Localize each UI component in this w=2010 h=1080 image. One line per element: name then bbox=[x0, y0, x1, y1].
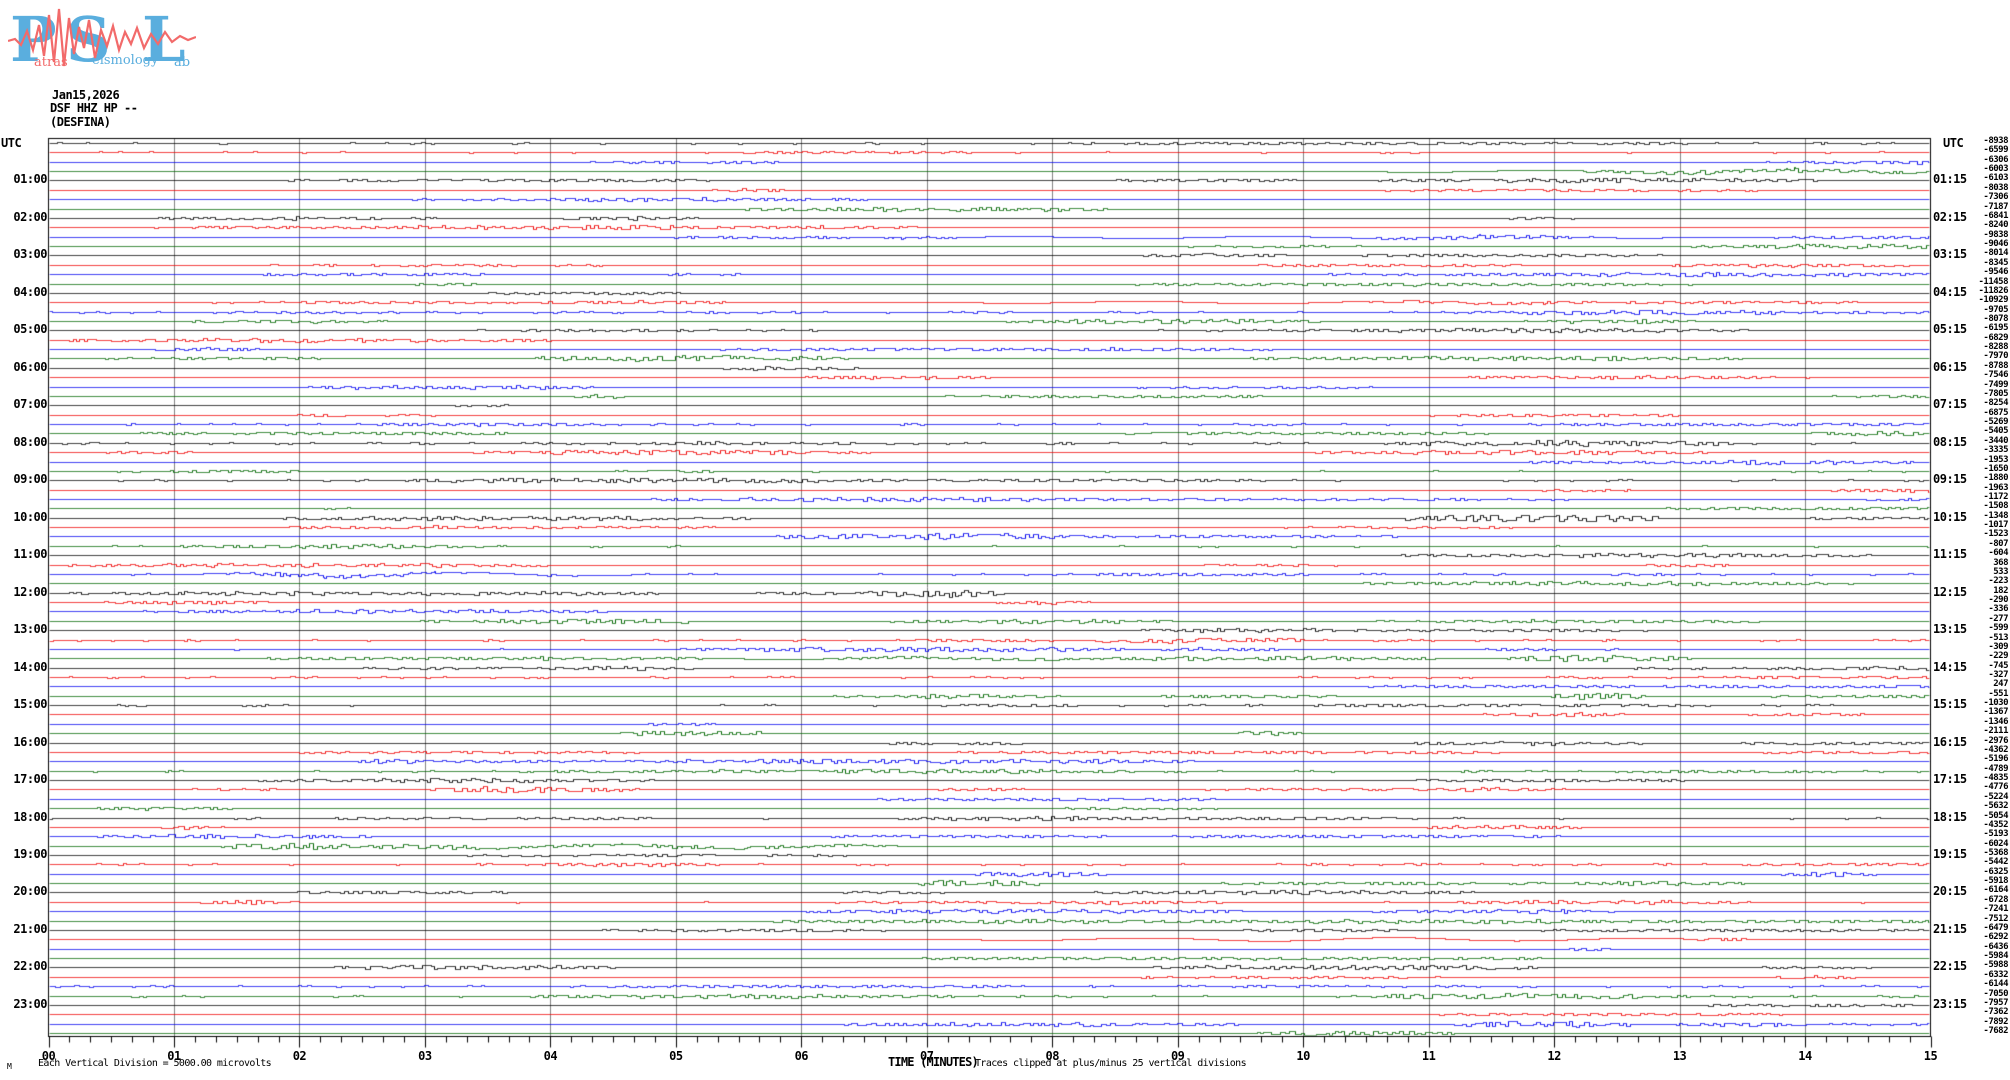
hour-label-left: 10:00 bbox=[13, 509, 47, 524]
psl-logo[interactable]: P atras S eismology L ab bbox=[8, 3, 196, 75]
x-tick-label: 12 bbox=[1547, 1049, 1561, 1063]
clip-note: Traces clipped at plus/minus 25 vertical… bbox=[975, 1058, 1247, 1069]
x-tick-label: 14 bbox=[1798, 1049, 1812, 1063]
trace-offset-value: -7682 bbox=[1983, 1026, 2008, 1036]
utc-label-right: UTC bbox=[1943, 136, 1964, 150]
hour-label-left: 03:00 bbox=[13, 247, 47, 262]
scale-note: Each Vertical Division = 5000.00 microvo… bbox=[38, 1058, 272, 1069]
corner-glyph: M bbox=[7, 1062, 12, 1071]
helicorder-plot-canvas bbox=[0, 0, 2010, 1080]
hour-label-left: 16:00 bbox=[13, 734, 47, 749]
x-axis-title: TIME (MINUTES) bbox=[888, 1055, 979, 1069]
hour-label-left: 07:00 bbox=[13, 397, 47, 412]
trace-offset-value: -10929 bbox=[1978, 295, 2008, 306]
x-tick-label: 02 bbox=[292, 1049, 307, 1063]
trace-offset-value: -7362 bbox=[1983, 1007, 2008, 1018]
hour-label-left: 19:00 bbox=[13, 847, 47, 861]
utc-label-left: UTC bbox=[1, 136, 22, 150]
trace-offset-value: -599 bbox=[1988, 623, 2008, 634]
helicorder-page: P atras S eismology L ab Jan15,2026 DSF … bbox=[0, 0, 2010, 1080]
x-tick-label: 11 bbox=[1421, 1049, 1436, 1063]
trace-offset-value: -9546 bbox=[1983, 267, 2008, 278]
trace-offset-value: -6195 bbox=[1983, 323, 2008, 334]
trace-offset-value: -6599 bbox=[1983, 145, 2008, 156]
hour-label-left: 17:00 bbox=[13, 772, 47, 787]
trace-offset-value: 247 bbox=[1993, 679, 2008, 690]
hour-label-left: 05:00 bbox=[13, 322, 47, 337]
hour-label-left: 02:00 bbox=[13, 209, 47, 224]
trace-offset-value: -5442 bbox=[1983, 857, 2008, 868]
hour-label-left: 23:00 bbox=[13, 996, 47, 1011]
trace-offset-value: -6144 bbox=[1983, 979, 2008, 990]
date-label: Jan15,2026 bbox=[52, 88, 120, 102]
x-tick-label: 04 bbox=[543, 1049, 558, 1063]
hour-label-left: 01:00 bbox=[13, 172, 47, 187]
hour-label-left: 11:00 bbox=[13, 547, 47, 562]
trace-offset-value: -7241 bbox=[1983, 904, 2008, 915]
trace-offset-value: -5193 bbox=[1983, 829, 2008, 840]
x-tick-label: 05 bbox=[669, 1049, 683, 1063]
x-tick-label: 15 bbox=[1923, 1049, 1938, 1063]
logo-word-ab: ab bbox=[174, 55, 190, 70]
hour-label-left: 13:00 bbox=[13, 622, 47, 637]
x-tick-label: 13 bbox=[1672, 1049, 1687, 1063]
hour-label-left: 09:00 bbox=[13, 472, 47, 487]
trace-offset-value: -229 bbox=[1988, 651, 2008, 662]
hour-label-left: 06:00 bbox=[13, 359, 47, 374]
trace-offset-value: -1880 bbox=[1983, 473, 2008, 484]
trace-offset-value: -5632 bbox=[1983, 801, 2008, 812]
hour-label-left: 14:00 bbox=[13, 659, 47, 674]
trace-offset-value: -7306 bbox=[1983, 192, 2008, 203]
x-tick-label: 06 bbox=[794, 1049, 809, 1063]
trace-offset-value: -3335 bbox=[1983, 445, 2008, 456]
trace-offset-value: -2111 bbox=[1983, 726, 2008, 737]
trace-offset-value: -7546 bbox=[1983, 370, 2008, 381]
trace-offset-value: -604 bbox=[1988, 548, 2008, 559]
hour-label-left: 08:00 bbox=[13, 434, 47, 449]
hour-label-left: 04:00 bbox=[13, 284, 47, 299]
channel-label: DSF HHZ HP -- bbox=[50, 101, 138, 115]
trace-offset-value: -8254 bbox=[1983, 398, 2008, 409]
hour-label-left: 21:00 bbox=[13, 921, 47, 936]
hour-label-left: 12:00 bbox=[13, 584, 47, 599]
trace-offset-value: -6292 bbox=[1983, 932, 2008, 943]
station-label: (DESFINA) bbox=[50, 115, 111, 129]
trace-offset-value: -8240 bbox=[1983, 220, 2008, 231]
x-tick-label: 03 bbox=[418, 1049, 432, 1063]
trace-offset-value: -1508 bbox=[1983, 501, 2008, 512]
trace-offset-value: -223 bbox=[1988, 576, 2008, 587]
hour-label-left: 20:00 bbox=[13, 884, 47, 899]
trace-offset-value: -5196 bbox=[1983, 754, 2008, 765]
hour-label-left: 18:00 bbox=[13, 809, 47, 824]
x-tick-label: 10 bbox=[1296, 1049, 1310, 1063]
hour-label-left: 22:00 bbox=[13, 959, 47, 974]
hour-label-left: 15:00 bbox=[13, 697, 47, 712]
